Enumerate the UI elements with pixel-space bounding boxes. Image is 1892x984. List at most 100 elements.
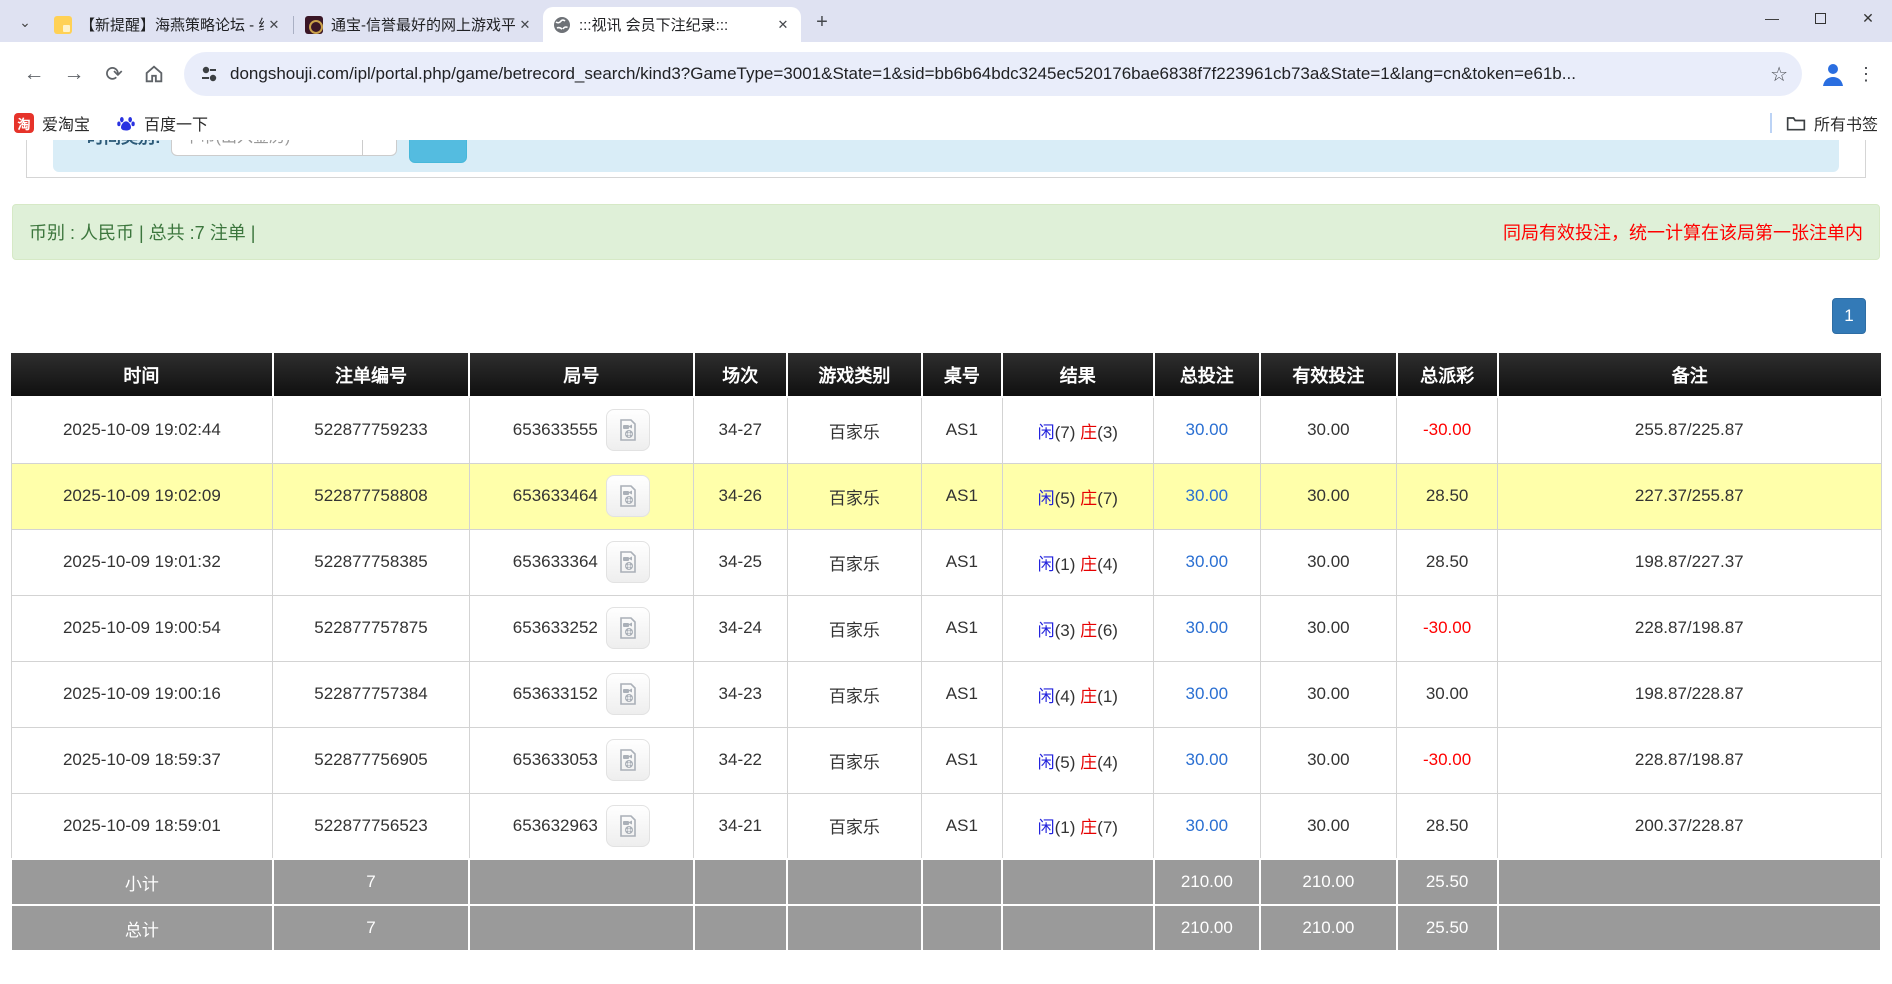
video-replay-button[interactable]: [606, 673, 650, 715]
total-bet-link[interactable]: 30.00: [1186, 750, 1229, 769]
home-icon[interactable]: [134, 54, 174, 94]
total-bet-link[interactable]: 30.00: [1186, 552, 1229, 571]
film-document-icon: [616, 616, 640, 640]
forward-icon[interactable]: →: [54, 54, 94, 94]
film-document-icon: [616, 550, 640, 574]
cell-total-bet[interactable]: 30.00: [1154, 661, 1261, 727]
cell-remark: 198.87/227.37: [1498, 529, 1881, 595]
column-header: 总投注: [1154, 353, 1261, 397]
table-row: 2025-10-09 18:59:01522877756523653632963…: [11, 793, 1881, 859]
cell-round-number: 653633364: [469, 529, 693, 595]
player-result-label: 闲: [1038, 753, 1055, 772]
cell-table-number: AS1: [922, 529, 1002, 595]
table-body: 2025-10-09 19:02:44522877759233653633555…: [11, 397, 1881, 859]
pagination: 1: [0, 298, 1892, 334]
cell-remark: 227.37/255.87: [1498, 463, 1881, 529]
total-bet-link[interactable]: 30.00: [1186, 684, 1229, 703]
summary-payout: 25.50: [1397, 859, 1498, 905]
taobao-icon: 淘: [14, 113, 34, 133]
total-bet-link[interactable]: 30.00: [1186, 618, 1229, 637]
video-replay-button[interactable]: [606, 805, 650, 847]
currency-total-text: 币别 : 人民币 | 总共 :7 注单 |: [29, 219, 255, 245]
tab-bet-records-active[interactable]: :::视讯 会员下注纪录::: ✕: [543, 7, 801, 42]
film-document-icon: [616, 418, 640, 442]
cell-bet-id: 522877759233: [273, 397, 469, 463]
video-replay-button[interactable]: [606, 739, 650, 781]
column-header: 局号: [469, 353, 693, 397]
cell-round-number: 653633555: [469, 397, 693, 463]
url-text[interactable]: dongshouji.com/ipl/portal.php/game/betre…: [230, 64, 1760, 84]
close-window-button[interactable]: ✕: [1844, 0, 1892, 36]
total-bet-link[interactable]: 30.00: [1186, 420, 1229, 439]
minimize-button[interactable]: —: [1748, 0, 1796, 36]
new-tab-button[interactable]: +: [807, 7, 837, 37]
video-replay-button[interactable]: [606, 541, 650, 583]
bookmark-star-icon[interactable]: ☆: [1770, 62, 1788, 87]
browser-menu-kebab-icon[interactable]: ⋮: [1854, 54, 1878, 94]
cell-result: 闲(1) 庄(4): [1002, 529, 1153, 595]
back-icon[interactable]: ←: [14, 54, 54, 94]
round-number-text: 653633053: [513, 750, 598, 769]
bookmark-baidu[interactable]: 百度一下: [116, 111, 208, 135]
summary-payout: 25.50: [1397, 905, 1498, 951]
tab-close-icon[interactable]: ✕: [264, 15, 284, 35]
filter-input[interactable]: 平币(出入金历): [171, 140, 363, 156]
tab-close-icon[interactable]: ✕: [773, 15, 793, 35]
all-bookmarks-button[interactable]: 所有书签: [1786, 111, 1878, 135]
banker-result-value: (4): [1097, 753, 1118, 772]
cell-bet-time: 2025-10-09 18:59:37: [11, 727, 273, 793]
reload-icon[interactable]: ⟳: [94, 54, 134, 94]
cell-bet-id: 522877758808: [273, 463, 469, 529]
player-result-value: (3): [1055, 621, 1076, 640]
profile-avatar-icon[interactable]: [1818, 59, 1848, 89]
baidu-paw-icon: [116, 113, 136, 133]
cell-result: 闲(5) 庄(7): [1002, 463, 1153, 529]
cell-total-bet[interactable]: 30.00: [1154, 529, 1261, 595]
tab-haiyan-forum[interactable]: 【新提醒】海燕策略论坛 - 综合 ✕: [44, 7, 292, 42]
bookmark-aitaobao[interactable]: 淘 爱淘宝: [14, 111, 90, 135]
url-bar[interactable]: dongshouji.com/ipl/portal.php/game/betre…: [184, 52, 1802, 96]
cell-bet-id: 522877757384: [273, 661, 469, 727]
cell-valid-bet: 30.00: [1260, 397, 1397, 463]
player-result-label: 闲: [1038, 555, 1055, 574]
tab-tongbao-game[interactable]: 通宝-信誉最好的网上游戏平台 ✕: [295, 7, 543, 42]
video-replay-button[interactable]: [606, 475, 650, 517]
round-number-text: 653633364: [513, 552, 598, 571]
tab-close-icon[interactable]: ✕: [515, 15, 535, 35]
filter-select-dropdown[interactable]: [363, 140, 397, 156]
cell-remark: 255.87/225.87: [1498, 397, 1881, 463]
cell-total-bet[interactable]: 30.00: [1154, 397, 1261, 463]
cell-round-number: 653632963: [469, 793, 693, 859]
search-button[interactable]: [409, 140, 467, 163]
cell-table-number: AS1: [922, 727, 1002, 793]
table-row: 2025-10-09 19:00:16522877757384653633152…: [11, 661, 1881, 727]
cell-total-bet[interactable]: 30.00: [1154, 595, 1261, 661]
cell-total-bet[interactable]: 30.00: [1154, 463, 1261, 529]
page-1-button[interactable]: 1: [1832, 298, 1866, 334]
all-bookmarks-label: 所有书签: [1814, 111, 1878, 135]
summary-empty: [694, 859, 788, 905]
cell-result: 闲(1) 庄(7): [1002, 793, 1153, 859]
round-number-text: 653633555: [513, 420, 598, 439]
summary-empty: [787, 905, 922, 951]
cell-total-bet[interactable]: 30.00: [1154, 793, 1261, 859]
browser-toolbar: ← → ⟳ dongshouji.com/ipl/portal.php/game…: [0, 42, 1892, 106]
cell-total-bet[interactable]: 30.00: [1154, 727, 1261, 793]
banker-result-value: (1): [1097, 687, 1118, 706]
total-bet-link[interactable]: 30.00: [1186, 486, 1229, 505]
cell-table-number: AS1: [922, 661, 1002, 727]
column-header: 时间: [11, 353, 273, 397]
maximize-button[interactable]: [1796, 0, 1844, 36]
cell-round-number: 653633053: [469, 727, 693, 793]
video-replay-button[interactable]: [606, 409, 650, 451]
total-bet-link[interactable]: 30.00: [1186, 816, 1229, 835]
site-controls-icon[interactable]: [198, 63, 220, 85]
cell-game-type: 百家乐: [787, 463, 922, 529]
video-replay-button[interactable]: [606, 607, 650, 649]
cell-result: 闲(4) 庄(1): [1002, 661, 1153, 727]
tab-search-chevron-icon[interactable]: ⌄: [10, 7, 40, 37]
banker-result-label: 庄: [1080, 489, 1097, 508]
cell-result: 闲(5) 庄(4): [1002, 727, 1153, 793]
bookmark-label: 百度一下: [144, 111, 208, 135]
cell-game-type: 百家乐: [787, 595, 922, 661]
